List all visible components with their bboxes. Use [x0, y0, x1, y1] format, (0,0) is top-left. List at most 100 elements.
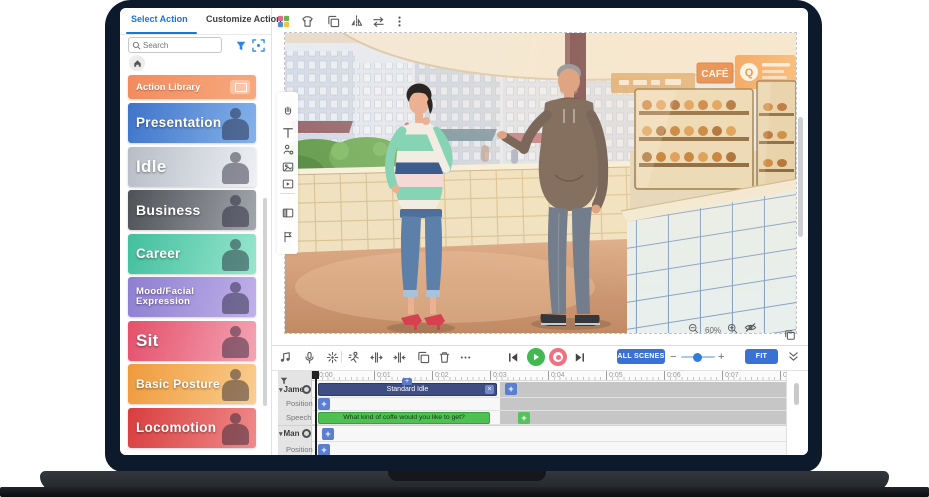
action-category[interactable]: Career	[128, 234, 256, 274]
category-label: Sit	[128, 332, 159, 349]
outfit-button[interactable]	[299, 13, 316, 30]
ruler-tick: 0:06	[664, 371, 681, 381]
add-man-action-button[interactable]: +	[322, 428, 334, 440]
out-of-range-zone	[500, 382, 786, 424]
ruler-tick: 0:04	[548, 371, 565, 381]
laptop-front-edge	[0, 487, 929, 497]
action-category[interactable]: Locomotion	[128, 408, 256, 448]
category-figure	[218, 106, 252, 140]
add-voice-button[interactable]	[302, 350, 317, 365]
track-position[interactable]: Position	[286, 399, 313, 408]
double-chevron-down-icon	[788, 350, 799, 363]
action-category[interactable]: Basic Posture	[128, 364, 256, 404]
video-tool-button[interactable]	[281, 177, 294, 190]
viewport-more-button[interactable]	[391, 13, 408, 30]
ruler-tick: 0:03	[490, 371, 507, 381]
expand-corner-button[interactable]	[784, 328, 796, 346]
action-category[interactable]: Idle	[128, 147, 256, 187]
action-panel: Select Action Customize Action	[120, 8, 272, 455]
all-scenes-button[interactable]: ALL SCENES	[617, 349, 665, 364]
collapse-panel-button[interactable]	[788, 350, 799, 368]
funnel-icon	[280, 377, 288, 385]
laptop-mockup: Select Action Customize Action	[0, 0, 929, 497]
eye-slash-icon	[744, 321, 757, 334]
group-divider	[278, 425, 806, 426]
kebab-menu-icon	[393, 15, 406, 28]
image-icon	[282, 161, 294, 173]
category-figure	[218, 367, 252, 401]
insert-action-button[interactable]: +	[402, 378, 412, 385]
ruler-tick: 0:02	[432, 371, 449, 381]
skip-start-button[interactable]	[506, 350, 521, 365]
add-action-button[interactable]: +	[505, 383, 517, 395]
preview-eye-button[interactable]	[744, 321, 757, 339]
add-position-button[interactable]: +	[318, 398, 330, 410]
delete-button[interactable]	[437, 350, 452, 365]
motion-button[interactable]	[347, 350, 362, 365]
layout-tool-button[interactable]	[281, 206, 294, 219]
viewport-scrollbar[interactable]	[798, 117, 803, 237]
track-speech[interactable]: Speech	[286, 413, 311, 422]
action-category[interactable]: Business	[128, 190, 256, 230]
category-list: Presentation Idle Business	[128, 8, 256, 455]
action-category[interactable]: Presentation	[128, 103, 256, 143]
zoom-level: 60%	[705, 326, 721, 335]
trim-extend-right-button[interactable]	[392, 350, 407, 365]
hand-tool-button[interactable]	[281, 104, 294, 117]
action-category[interactable]: Mood/Facial Expression	[128, 277, 256, 317]
skip-end-button[interactable]	[572, 350, 587, 365]
add-effect-button[interactable]	[325, 350, 340, 365]
remove-clip-button[interactable]: ×	[485, 385, 494, 394]
swap-button[interactable]	[370, 13, 387, 30]
playhead[interactable]	[315, 371, 317, 455]
timeline-more-button[interactable]	[458, 350, 473, 365]
row-divider	[278, 441, 786, 442]
material-button[interactable]	[275, 13, 292, 30]
action-category[interactable]: Sit	[128, 321, 256, 361]
fit-button[interactable]: FIT	[745, 349, 778, 364]
james-camera-button[interactable]	[302, 385, 311, 394]
skip-end-icon	[573, 351, 586, 364]
timeline-top-border	[271, 345, 808, 346]
man-camera-button[interactable]	[302, 429, 311, 438]
flip-button[interactable]	[348, 13, 365, 30]
speech-clip[interactable]: What kind of coffe would you like to get…	[318, 412, 490, 424]
timeline-zoom-in-button[interactable]: +	[718, 351, 724, 363]
add-music-button[interactable]	[278, 350, 293, 365]
zoom-in-button[interactable]	[727, 321, 738, 339]
collapse-caret-icon[interactable]: ▾	[279, 431, 283, 438]
track-position-2[interactable]: Position	[286, 445, 313, 454]
stop-button[interactable]	[549, 348, 567, 366]
playhead-handle[interactable]	[312, 371, 319, 379]
play-button[interactable]	[527, 348, 545, 366]
trim-extend-left-button[interactable]	[369, 350, 384, 365]
laptop-bezel: Select Action Customize Action	[105, 0, 822, 472]
shirt-icon	[301, 15, 314, 28]
add-man-position-button[interactable]: +	[318, 444, 330, 455]
panel-scrollbar[interactable]	[263, 198, 267, 406]
toolbar-divider	[341, 351, 342, 363]
track-man[interactable]: ▾Man	[279, 429, 300, 438]
scene-viewport[interactable]: CAFÉ Q	[284, 32, 797, 334]
laptop-notch	[388, 471, 546, 481]
timeline-ruler[interactable]: 0:000:010:020:030:040:050:060:070:08	[312, 371, 786, 381]
copy-button[interactable]	[416, 350, 431, 365]
ellipsis-icon	[459, 351, 472, 364]
duplicate-button[interactable]	[325, 13, 342, 30]
flag-tool-button[interactable]	[281, 230, 294, 243]
collapse-caret-icon[interactable]: ▾	[279, 387, 283, 394]
character-tool-button[interactable]	[281, 143, 294, 156]
trash-icon	[438, 351, 451, 364]
zoom-out-button[interactable]	[688, 321, 699, 339]
category-label: Presentation	[128, 116, 221, 130]
add-speech-button[interactable]: +	[518, 412, 530, 424]
video-icon	[282, 178, 294, 190]
image-tool-button[interactable]	[281, 160, 294, 173]
skip-start-icon	[507, 351, 520, 364]
timeline-zoom-out-button[interactable]: −	[670, 352, 676, 362]
timeline-scrollbar[interactable]	[794, 383, 799, 405]
timeline-zoom-knob[interactable]	[693, 353, 702, 362]
scene-canvas[interactable]: CAFÉ Q	[285, 33, 796, 333]
layout-icon	[282, 207, 294, 219]
text-tool-button[interactable]	[281, 126, 294, 139]
